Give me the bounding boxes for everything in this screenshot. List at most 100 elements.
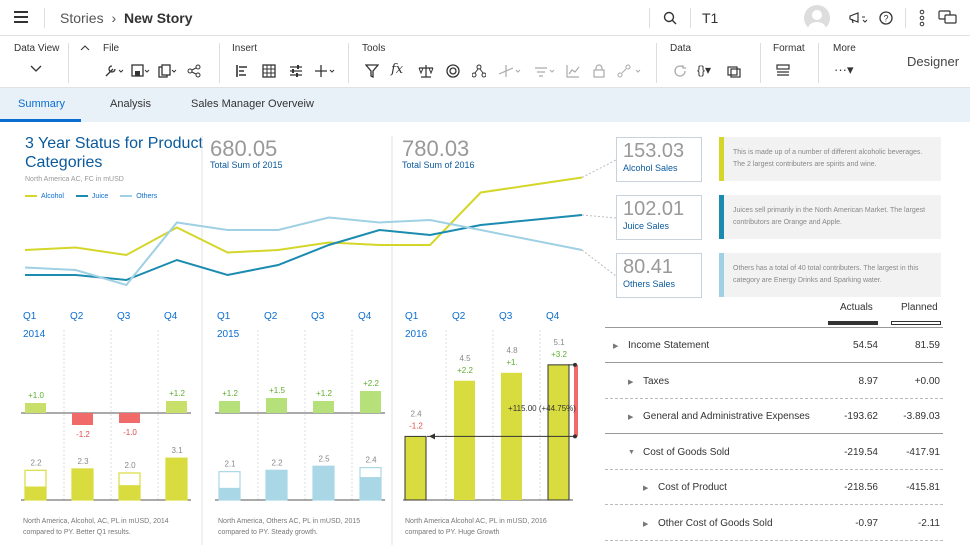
menu-icon[interactable] [14, 11, 28, 23]
delta-marker [573, 434, 577, 439]
table-row[interactable]: ▶ Cost of Product -218.56 -415.81 [605, 482, 943, 502]
chevron-right-icon: › [111, 10, 117, 26]
save-icon[interactable] [131, 64, 151, 78]
wrench-icon[interactable] [104, 64, 124, 78]
page-title: New Story [124, 10, 193, 26]
connector-juice [581, 214, 617, 219]
variables-icon[interactable]: {}▾ [697, 63, 711, 77]
balance-icon[interactable] [418, 64, 434, 78]
more-group-label: More [833, 43, 856, 54]
variance-bar [313, 401, 334, 413]
quarter-label: Q1 [217, 311, 231, 322]
chart-insert-icon[interactable] [235, 64, 249, 78]
designer-toggle[interactable]: Designer [907, 54, 959, 69]
search-icon[interactable] [663, 11, 677, 25]
year-label: 2014 [23, 329, 46, 340]
add-icon[interactable] [314, 64, 336, 78]
variance-label: -1.2 [409, 421, 423, 430]
formula-icon[interactable]: fx [391, 63, 403, 77]
previous-year-bar [312, 465, 335, 501]
actual-bar [25, 486, 46, 500]
more-vertical-icon[interactable] [919, 9, 925, 27]
filter-controls-icon[interactable] [289, 64, 303, 78]
breadcrumb-root[interactable]: Stories [60, 10, 104, 26]
megaphone-icon[interactable] [848, 10, 868, 26]
footnote-2016: North America Alcohol AC, PL in mUSD, 20… [405, 518, 547, 536]
collapse-icon[interactable] [80, 45, 90, 51]
share-icon[interactable] [187, 64, 201, 78]
chevron-down-icon[interactable] [30, 65, 42, 73]
juice-sales-card[interactable]: 102.01 Juice Sales [616, 195, 702, 240]
variance-label: +1.5 [269, 386, 285, 395]
alcohol-sales-card[interactable]: 153.03 Alcohol Sales [616, 137, 702, 182]
format-icon[interactable] [776, 64, 790, 78]
quarter-label: Q4 [164, 311, 178, 322]
alcohol-sales-label: Alcohol Sales [623, 163, 678, 173]
trend-icon[interactable] [566, 64, 580, 78]
caret-right-icon[interactable]: ▶ [613, 342, 618, 350]
caret-right-icon[interactable]: ▶ [643, 520, 648, 528]
help-icon[interactable]: ? [879, 11, 893, 25]
kpi-2015-value: 680.05 [210, 136, 278, 161]
more-horizontal-icon[interactable]: ···▾ [834, 63, 854, 77]
story-name-field[interactable]: T1 [702, 10, 718, 26]
legend-item-alcohol: Alcohol [25, 193, 64, 200]
filter-icon[interactable] [365, 64, 379, 78]
network-icon[interactable] [472, 64, 486, 78]
variance-bar [219, 401, 240, 413]
value-label: 2.4 [410, 409, 422, 418]
row-divider [605, 504, 943, 505]
insert-group-label: Insert [232, 43, 258, 54]
series-line-juice [25, 214, 583, 282]
actual-bar [166, 458, 187, 500]
sort-icon[interactable] [534, 64, 558, 78]
data-group-label: Data [670, 43, 692, 54]
previous-year-bar [118, 472, 141, 501]
chart-legend: Alcohol Juice Others [25, 192, 167, 200]
actual-bar [360, 477, 381, 500]
actual-value: -219.54 [844, 446, 878, 458]
caret-right-icon[interactable]: ▶ [628, 378, 633, 386]
table-row[interactable]: ▶ Other Cost of Goods Sold -0.97 -2.11 [605, 518, 943, 538]
others-sales-card[interactable]: 80.41 Others Sales [616, 253, 702, 298]
variance-bar [166, 401, 187, 413]
axis-icon[interactable] [498, 64, 522, 78]
planned-value: -2.11 [917, 517, 940, 529]
tab-summary[interactable]: Summary [18, 98, 65, 110]
tab-analysis[interactable]: Analysis [110, 98, 151, 110]
copy-icon[interactable] [158, 64, 178, 78]
series-line-alcohol [24, 176, 583, 257]
caret-right-icon[interactable]: ▶ [628, 413, 633, 421]
kpi-2015-label: Total Sum of 2015 [210, 160, 283, 170]
caret-down-icon[interactable]: ▼ [628, 449, 635, 456]
previous-year-bar [165, 457, 188, 501]
caret-right-icon[interactable]: ▶ [643, 484, 648, 492]
value-label: 2.0 [124, 461, 136, 470]
chat-icon[interactable] [938, 10, 958, 26]
variance-label: +1.2 [169, 389, 185, 398]
juice-note-text: Juices sell primarily in the North Ameri… [733, 207, 926, 226]
table-top-rule [605, 327, 943, 328]
value-label: 2.3 [77, 457, 89, 466]
lock-icon[interactable] [593, 64, 605, 78]
table-row[interactable]: ▶ Taxes 8.97 +0.00 [605, 376, 943, 396]
layers-icon[interactable] [727, 64, 741, 78]
bar-2016 [454, 380, 475, 500]
actual-value: 8.97 [858, 375, 878, 387]
avatar[interactable] [804, 5, 830, 31]
table-icon[interactable] [262, 64, 276, 78]
value-label: 2.2 [271, 458, 283, 467]
variance-label: +1. [506, 358, 517, 367]
tab-sales-manager-overview[interactable]: Sales Manager Overveiw [191, 98, 314, 110]
variance-label: +2.2 [457, 366, 473, 375]
quarter-label: Q1 [405, 311, 419, 322]
quarter-label: Q4 [546, 311, 560, 322]
link-icon[interactable] [617, 64, 643, 78]
table-row[interactable]: ▼ Cost of Goods Sold -219.54 -417.91 [605, 447, 943, 467]
table-row[interactable]: ▶ Income Statement 54.54 81.59 [605, 340, 943, 360]
table-row[interactable]: ▶ General and Administrative Expenses -193… [605, 411, 943, 431]
data-view-label: Data View [14, 43, 60, 54]
refresh-icon[interactable] [673, 64, 687, 78]
previous-year-bar [71, 468, 94, 501]
target-icon[interactable] [446, 64, 460, 78]
